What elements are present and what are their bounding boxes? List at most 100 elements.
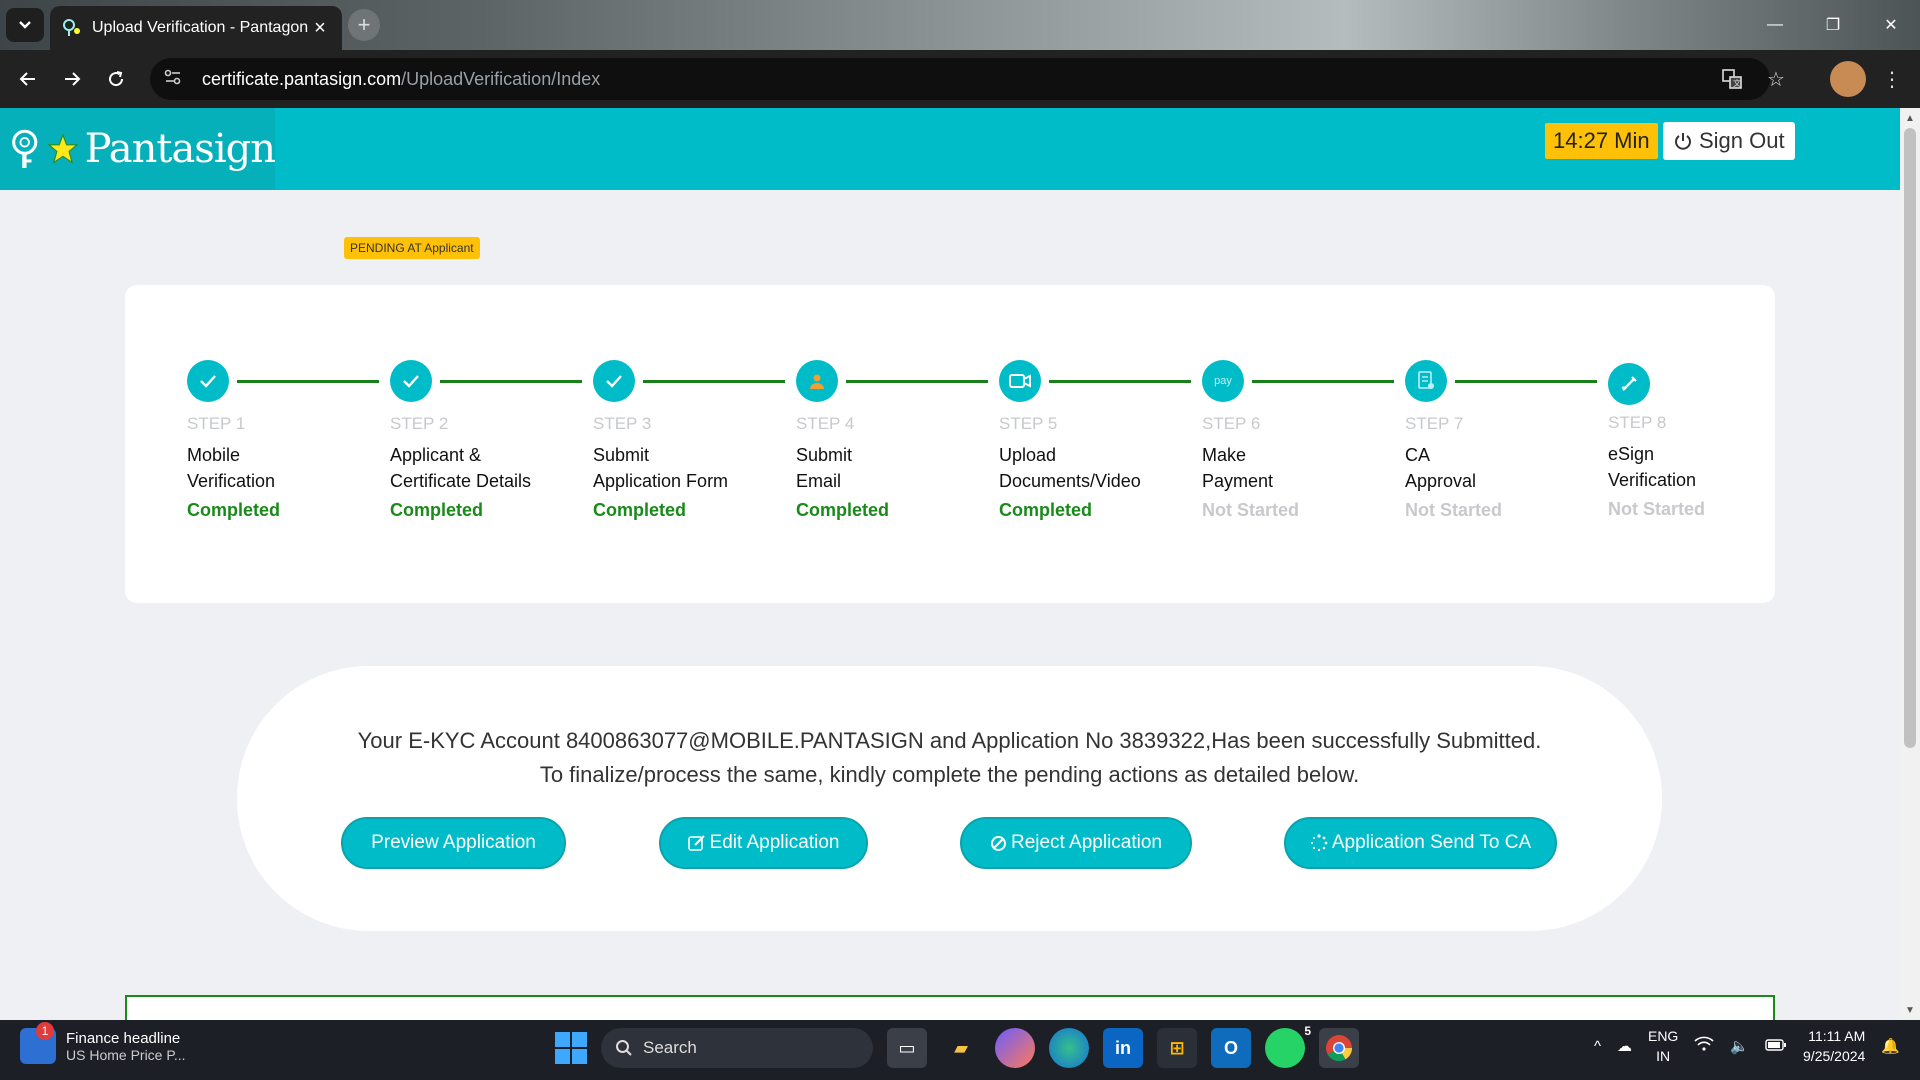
document-icon: [1405, 360, 1447, 402]
step-label: Make Payment: [1202, 445, 1274, 491]
wifi-icon[interactable]: [1694, 1036, 1714, 1056]
step-status: Not Started: [1405, 500, 1503, 520]
window-controls: — ❐ ✕: [1746, 0, 1920, 50]
video-icon: [999, 360, 1041, 402]
step-status: Not Started: [1608, 499, 1706, 519]
scroll-down-icon[interactable]: ▼: [1900, 1002, 1920, 1018]
translate-icon[interactable]: 文: [1714, 61, 1750, 97]
step-status: Not Started: [1202, 500, 1300, 520]
pen-icon: [1608, 363, 1650, 405]
news-notification-badge: 1: [36, 1022, 54, 1040]
language-indicator[interactable]: ENG IN: [1648, 1026, 1678, 1066]
scrollbar-thumb[interactable]: [1904, 128, 1916, 748]
chevron-up-icon[interactable]: ^: [1594, 1038, 1601, 1055]
whatsapp-badge: 5: [1304, 1024, 1311, 1038]
logo-text: Pantasign: [84, 126, 276, 172]
step-label: Upload Documents/Video: [999, 445, 1141, 491]
back-button[interactable]: [6, 57, 50, 101]
check-icon: [187, 360, 229, 402]
send-to-ca-button[interactable]: Application Send To CA: [1284, 817, 1557, 869]
pantasign-logo[interactable]: Pantasign: [0, 108, 276, 190]
battery-icon[interactable]: [1765, 1038, 1787, 1055]
step-connector: [1049, 380, 1191, 383]
step-6: pay STEP 6 Make Payment Not Started: [1202, 360, 1402, 521]
step-status: Completed: [593, 500, 687, 520]
site-info-icon[interactable]: [164, 69, 194, 90]
whatsapp-icon[interactable]: 5: [1265, 1024, 1311, 1068]
check-icon: [593, 360, 635, 402]
step-number: STEP 4: [796, 414, 855, 433]
toolbar-right-icons: 文 ☆ ⋮: [1714, 58, 1910, 100]
step-number: STEP 8: [1608, 413, 1667, 432]
windows-taskbar: 1 Finance headline US Home Price P... Se…: [0, 1020, 1920, 1080]
app-header: Pantasign 14:27 Min Sign Out: [0, 108, 1900, 190]
reload-button[interactable]: [94, 57, 138, 101]
step-label: Mobile Verification: [187, 445, 276, 491]
close-window-icon[interactable]: ✕: [1862, 0, 1920, 50]
step-5: STEP 5 Upload Documents/Video Completed: [999, 360, 1199, 521]
spinner-icon: [1310, 834, 1328, 852]
store-icon[interactable]: ⊞: [1157, 1028, 1197, 1068]
outlook-icon[interactable]: O: [1211, 1028, 1251, 1068]
tab-search-button[interactable]: [6, 8, 44, 42]
svg-text:文: 文: [1733, 78, 1741, 88]
taskbar-search[interactable]: Search: [601, 1028, 873, 1068]
step-number: STEP 2: [390, 414, 449, 433]
check-icon: [390, 360, 432, 402]
step-connector: [846, 380, 988, 383]
taskbar-apps: Search ▭ ▰ in ⊞ O 5: [555, 1024, 1359, 1068]
separator: [1802, 61, 1822, 97]
minimize-icon[interactable]: —: [1746, 0, 1804, 50]
session-timer: 14:27 Min: [1545, 123, 1658, 159]
submission-message-card: Your E-KYC Account 8400863077@MOBILE.PAN…: [237, 666, 1662, 931]
edit-icon: [687, 835, 705, 851]
cloud-icon[interactable]: ☁: [1617, 1037, 1632, 1055]
volume-icon[interactable]: 🔈: [1730, 1037, 1749, 1055]
scroll-up-icon[interactable]: ▲: [1900, 110, 1920, 126]
step-status: Completed: [999, 500, 1093, 520]
bookmark-star-icon[interactable]: ☆: [1758, 61, 1794, 97]
edit-application-button[interactable]: Edit Application: [659, 817, 868, 869]
chrome-icon[interactable]: [1319, 1028, 1359, 1068]
browser-tab-strip: Upload Verification - Pantagon × + — ❐ ✕: [0, 0, 1920, 50]
step-connector: [440, 380, 582, 383]
step-1: STEP 1 Mobile Verification Completed: [187, 360, 387, 521]
task-view-icon[interactable]: ▭: [887, 1028, 927, 1068]
news-widget[interactable]: 1 Finance headline US Home Price P...: [20, 1022, 186, 1064]
ban-icon: [990, 835, 1006, 851]
edge-icon[interactable]: [1049, 1028, 1089, 1068]
step-status: Completed: [187, 500, 281, 520]
preview-application-button[interactable]: Preview Application: [341, 817, 566, 869]
step-3: STEP 3 Submit Application Form Completed: [593, 360, 793, 521]
file-explorer-icon[interactable]: ▰: [941, 1028, 981, 1068]
new-tab-button[interactable]: +: [348, 9, 380, 41]
browser-tab[interactable]: Upload Verification - Pantagon ×: [50, 6, 342, 50]
more-menu-icon[interactable]: ⋮: [1874, 61, 1910, 97]
pay-icon: pay: [1202, 360, 1244, 402]
tab-close-icon[interactable]: ×: [310, 17, 330, 40]
browser-toolbar: certificate.pantasign.com/UploadVerifica…: [0, 50, 1920, 108]
step-connector: [643, 380, 785, 383]
notification-bell-icon[interactable]: 🔔: [1881, 1037, 1900, 1055]
restore-icon[interactable]: ❐: [1804, 0, 1862, 50]
system-tray: ^ ☁ ENG IN 🔈 11:11 AM 9/25/2024 🔔: [1594, 1026, 1900, 1066]
start-button[interactable]: [555, 1032, 587, 1064]
back-arrow-icon: [19, 72, 35, 86]
step-connector: [1252, 380, 1394, 383]
forward-button[interactable]: [50, 57, 94, 101]
page-scrollbar[interactable]: ▲ ▼: [1900, 108, 1920, 1020]
address-bar[interactable]: certificate.pantasign.com/UploadVerifica…: [150, 58, 1770, 100]
copilot-icon[interactable]: [995, 1028, 1035, 1068]
linkedin-icon[interactable]: in: [1103, 1028, 1143, 1068]
step-number: STEP 3: [593, 414, 652, 433]
profile-avatar[interactable]: [1830, 61, 1866, 97]
step-label: CA Approval: [1405, 445, 1477, 491]
clock[interactable]: 11:11 AM 9/25/2024: [1803, 1026, 1865, 1066]
sign-out-button[interactable]: Sign Out: [1663, 122, 1795, 160]
reject-application-button[interactable]: Reject Application: [960, 817, 1192, 869]
step-label: Submit Email: [796, 445, 853, 491]
step-connector: [237, 380, 379, 383]
logo-star-icon: [46, 133, 79, 164]
news-subtitle: US Home Price P...: [66, 1046, 186, 1063]
step-number: STEP 6: [1202, 414, 1261, 433]
